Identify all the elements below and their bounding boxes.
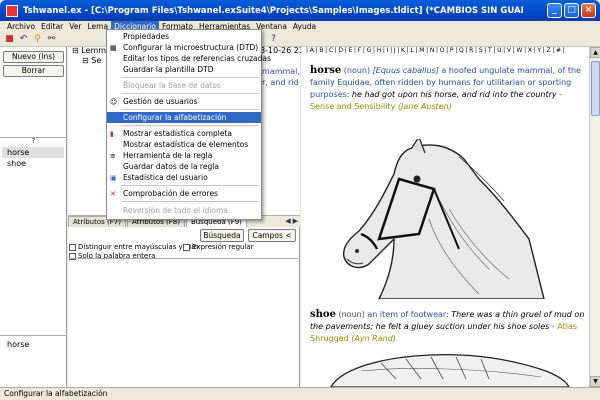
list-separator: ? — [0, 137, 67, 145]
shoe-illustration — [330, 354, 570, 387]
scroll-up-icon[interactable]: ▲ — [590, 47, 600, 58]
part-of-speech: (noun) — [343, 66, 371, 75]
menu-separator — [121, 109, 259, 110]
tab-scroll-right-icon[interactable]: ▶ — [293, 217, 298, 225]
tree-node-child[interactable]: ⊟ Se — [82, 56, 101, 65]
user-stats-icon: ▣ — [110, 174, 117, 182]
headword: shoe — [310, 309, 336, 320]
horse-illustration — [342, 139, 545, 299]
menu-item-show-full-statistics[interactable]: ▮ Mostrar estadística completa — [107, 128, 261, 139]
undo-icon[interactable]: ↶ — [18, 34, 29, 45]
example-quote: he had got upon his horse, and rid into … — [351, 90, 557, 99]
list-item[interactable]: horse — [7, 148, 29, 157]
save-icon[interactable]: ■ — [4, 34, 15, 45]
menu-item-properties[interactable]: Propiedades — [107, 31, 261, 42]
menu-item-configure-alphabetization[interactable]: Configurar la alfabetización — [107, 112, 261, 123]
window-title: Tshwanel.ex - [C:\Program Files\Tshwanel… — [23, 5, 523, 16]
menu-separator — [121, 93, 259, 94]
checkbox-box[interactable] — [183, 243, 190, 251]
quote-dash: - — [549, 322, 555, 331]
menu-item-save-dtd-template[interactable]: Guardar la plantilla DTD — [107, 64, 261, 75]
diccionario-dropdown-menu: Propiedades ▦ Configurar la microestructu… — [106, 29, 271, 220]
part-of-speech: (noun) — [338, 310, 365, 319]
users-icon: ☺ — [110, 98, 118, 106]
menu-ver[interactable]: Ver — [66, 21, 84, 33]
find-icon[interactable]: ⚲ — [32, 34, 43, 45]
entry-shoe: shoe (noun) an item of footwear: There w… — [310, 309, 585, 345]
menu-item-user-management[interactable]: ☺ Gestión de usuarios — [107, 96, 261, 107]
list-divider — [0, 335, 67, 336]
maximize-button[interactable]: □ — [564, 3, 579, 18]
delete-entry-button[interactable]: Borrar — [3, 65, 64, 77]
title-bar[interactable]: Tshwanel.ex - [C:\Program Files\Tshwanel… — [0, 0, 600, 21]
menu-item-configure-dtd[interactable]: ▦ Configurar la microestructura (DTD) — [107, 42, 261, 53]
application-window: Tshwanel.ex - [C:\Program Files\Tshwanel… — [0, 0, 600, 400]
source-author: (Jane Austen) — [397, 102, 452, 111]
menu-editar[interactable]: Editar — [38, 21, 66, 33]
error-check-icon: ✕ — [110, 190, 116, 198]
menu-separator — [121, 201, 259, 202]
minimize-button[interactable]: _ — [547, 3, 562, 18]
menu-item-error-check[interactable]: ✕ Comprobación de errores — [107, 188, 261, 199]
list-item[interactable]: shoe — [7, 159, 26, 168]
menu-item-cross-reference-types[interactable]: Editar los tipos de referencias cruzadas — [107, 53, 271, 64]
scroll-thumb[interactable] — [591, 61, 600, 116]
latin-name: [Equus caballus] — [372, 66, 439, 75]
status-bar: Configurar la alfabetización — [0, 387, 600, 400]
scroll-down-icon[interactable]: ▼ — [590, 376, 600, 387]
headword: horse — [310, 65, 342, 76]
tree-node-root[interactable]: ⊟ Lemm — [72, 46, 106, 55]
menu-separator — [121, 185, 259, 186]
app-icon — [6, 4, 18, 17]
menu-archivo[interactable]: Archivo — [4, 21, 38, 33]
menu-item-user-statistics[interactable]: ▣ Estadística del usuario — [107, 172, 261, 183]
quote-dash: - — [556, 90, 563, 99]
new-entry-button[interactable]: Nuevo (Ins) — [3, 51, 64, 63]
headword-list-panel: Nuevo (Ins) Borrar ? horse shoe horse — [0, 47, 67, 387]
regex-checkbox[interactable]: Expresión regular — [183, 243, 254, 251]
checkbox-box[interactable] — [69, 243, 76, 251]
close-button[interactable]: × — [581, 3, 596, 18]
menu-item-show-element-statistics[interactable]: Mostrar estadística de elementos — [107, 139, 261, 150]
source-author: (Ayn Rand) — [351, 334, 396, 343]
toolbar: ■ ↶ ⚲ ⚯ ? — [0, 33, 600, 47]
menu-bar: Archivo Editar Ver Lema Diccionario Form… — [0, 21, 600, 33]
preview-panel: | A | B | C | D | E | F | G | H | I | J … — [301, 47, 600, 387]
source-title: Sense and Sensibility — [310, 102, 396, 111]
menu-item-lock-database[interactable]: Bloquear la base de datos — [107, 80, 261, 91]
menu-item-revert-language[interactable]: Reversión de todo el idioma — [107, 205, 261, 216]
bar-chart-icon: ▮ — [110, 130, 114, 138]
list-item[interactable]: horse — [7, 340, 29, 349]
binoculars-icon[interactable]: ⚯ — [46, 34, 57, 45]
search-input[interactable] — [69, 258, 298, 386]
menu-ayuda[interactable]: Ayuda — [290, 21, 319, 33]
entry-horse: horse (noun) [Equus caballus] a hoofed u… — [310, 65, 585, 113]
menu-item-rule-tool[interactable]: ≡ Herramienta de la regla — [107, 150, 261, 161]
definition: an item of footwear: — [367, 310, 449, 319]
menu-separator — [121, 77, 259, 78]
tab-scroll-left-icon[interactable]: ◀ — [285, 217, 290, 225]
case-sensitive-checkbox[interactable]: Distinguir entre mayúsculas y min — [69, 243, 198, 251]
fields-button[interactable]: Campos < — [248, 229, 296, 242]
menu-item-save-rule-data[interactable]: Guardar datos de la regla — [107, 161, 261, 172]
dtd-icon: ▦ — [110, 44, 117, 52]
rule-icon: ≡ — [110, 152, 116, 160]
alphabet-index[interactable]: | A | B | C | D | E | F | G | H | I | J … — [306, 47, 586, 56]
search-button[interactable]: Búsqueda — [200, 229, 244, 242]
vertical-scrollbar[interactable]: ▲ ▼ — [589, 47, 600, 387]
help-icon[interactable]: ? — [268, 34, 279, 45]
menu-separator — [121, 125, 259, 126]
